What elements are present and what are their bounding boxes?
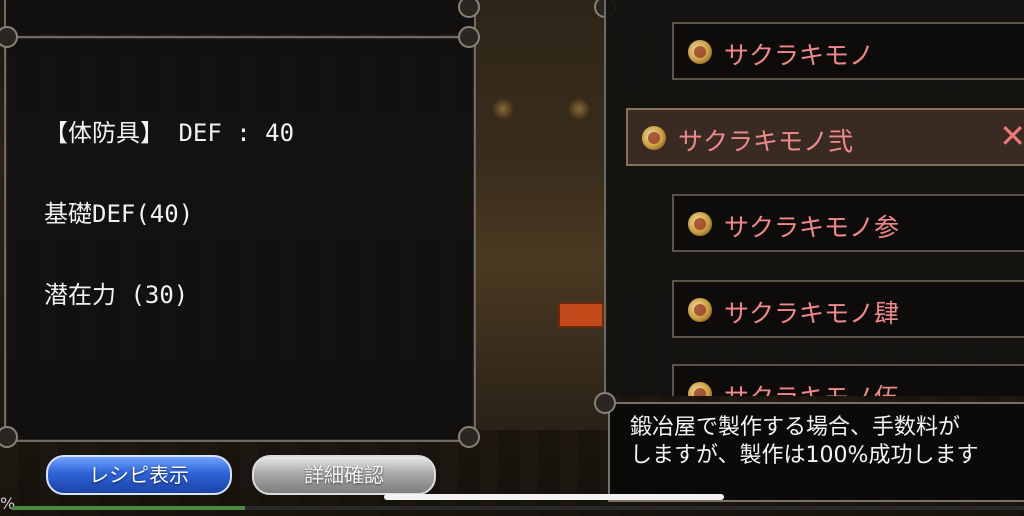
material-icon <box>642 126 666 150</box>
frame-corner-ornament <box>594 392 616 414</box>
frame-corner-ornament <box>458 26 480 48</box>
town-street-view <box>472 0 608 430</box>
message-box: 鍛冶屋で製作する場合、手数料が しますが、製作は100%成功します <box>608 402 1024 502</box>
recipe-item-label: サクラキモノ <box>724 41 875 70</box>
recipe-item-label: サクラキモノ伍 <box>724 378 899 396</box>
material-icon <box>688 382 712 396</box>
recipe-item-selected[interactable]: サクラキモノ弐 ✕ <box>626 108 1024 166</box>
item-stats: 【体防具】 DEF : 40 基礎DEF(40) 潜在力 (30) <box>44 66 294 363</box>
recipe-item[interactable]: サクラキモノ <box>672 22 1024 80</box>
message-line: 鍛冶屋で製作する場合、手数料が <box>630 415 961 440</box>
loading-progress-bar <box>12 506 1024 510</box>
progress-fill <box>12 506 245 510</box>
recipe-item[interactable]: サクラキモノ参 <box>672 194 1024 252</box>
potential: 潜在力 (30) <box>44 281 189 309</box>
home-indicator[interactable] <box>384 494 724 500</box>
lantern-icon <box>492 98 514 120</box>
item-info-panel: 【体防具】 DEF : 40 基礎DEF(40) 潜在力 (30) <box>4 36 476 442</box>
message-line: しますが、製作は100%成功します <box>630 443 979 468</box>
detail-check-button[interactable]: 詳細確認 <box>252 455 436 495</box>
recipe-item-label: サクラキモノ肆 <box>724 299 900 328</box>
close-icon[interactable]: ✕ <box>999 118 1024 154</box>
material-icon <box>688 298 712 322</box>
message-text: 鍛冶屋で製作する場合、手数料が しますが、製作は100%成功します <box>630 414 978 470</box>
recipe-item[interactable]: サクラキモノ伍 <box>672 364 1024 396</box>
base-def: 基礎DEF(40) <box>44 200 194 228</box>
shop-sign <box>558 302 604 328</box>
show-recipe-button[interactable]: レシピ表示 <box>46 455 232 495</box>
info-panel-header <box>4 0 476 34</box>
recipe-list-panel[interactable]: サクラキモノ サクラキモノ弐 ✕ サクラキモノ参 サクラキモノ肆 サクラキモノ伍 <box>604 0 1024 396</box>
recipe-item-label: サクラキモノ弐 <box>678 127 854 156</box>
lantern-icon <box>568 98 590 120</box>
frame-corner-ornament <box>458 426 480 448</box>
material-icon <box>688 40 712 64</box>
recipe-item[interactable]: サクラキモノ肆 <box>672 280 1024 338</box>
item-category-def: 【体防具】 DEF : 40 <box>44 119 295 147</box>
recipe-item-label: サクラキモノ参 <box>724 213 900 242</box>
material-icon <box>688 212 712 236</box>
progress-percent-label: % <box>0 494 16 513</box>
